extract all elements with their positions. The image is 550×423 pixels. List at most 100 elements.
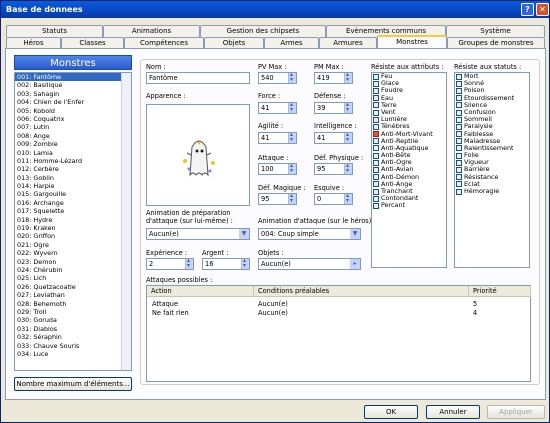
- list-item[interactable]: 009: Zombie: [15, 140, 131, 148]
- checkbox-icon[interactable]: [456, 102, 462, 109]
- intelligence-field[interactable]: 41: [314, 132, 353, 144]
- defphys-spinner[interactable]: [344, 164, 352, 174]
- list-item[interactable]: 001: Fantôme: [15, 73, 131, 82]
- chevron-down-icon[interactable]: ▼: [350, 229, 360, 239]
- checkbox-icon[interactable]: [373, 87, 379, 94]
- list-item[interactable]: 031: Diablos: [15, 325, 131, 333]
- list-item[interactable]: 024: Chérubin: [15, 266, 131, 274]
- checkbox-icon[interactable]: [456, 80, 462, 87]
- list-item[interactable]: 017: Squelette: [15, 207, 131, 215]
- tab-systeme[interactable]: Système: [446, 25, 545, 37]
- name-field[interactable]: Fantôme: [146, 72, 250, 84]
- list-item[interactable]: 028: Behemoth: [15, 300, 131, 308]
- tab-monstres[interactable]: Monstres: [377, 35, 447, 48]
- attaque-field[interactable]: 100: [258, 163, 297, 175]
- force-spinner[interactable]: [288, 103, 296, 113]
- list-item[interactable]: 034: Luce: [15, 350, 131, 358]
- list-item[interactable]: 023: Demon: [15, 258, 131, 266]
- apply-button[interactable]: Appliquer: [487, 405, 545, 419]
- pmmax-field[interactable]: 419: [314, 72, 353, 84]
- table-cell-action[interactable]: Attaque: [152, 300, 178, 308]
- checkbox-icon[interactable]: [373, 181, 379, 188]
- checkbox-icon[interactable]: [373, 95, 379, 102]
- list-item[interactable]: 019: Kraken: [15, 224, 131, 232]
- checkbox-icon[interactable]: [456, 138, 462, 145]
- checkbox-icon[interactable]: [456, 159, 462, 166]
- help-button[interactable]: ?: [521, 3, 534, 16]
- list-item[interactable]: 010: Lamia: [15, 149, 131, 157]
- checkbox-icon[interactable]: [456, 174, 462, 181]
- list-item[interactable]: 027: Leviathan: [15, 291, 131, 299]
- list-item[interactable]: 003: Sahagin: [15, 90, 131, 98]
- checkbox-icon[interactable]: [373, 102, 379, 109]
- esquive-spinner[interactable]: [344, 194, 352, 204]
- list-item[interactable]: 002: Basilique: [15, 81, 131, 89]
- attaque-spinner[interactable]: [288, 164, 296, 174]
- list-item[interactable]: 030: Goruda: [15, 316, 131, 324]
- checkbox-icon[interactable]: [373, 123, 379, 130]
- checkbox-icon[interactable]: [373, 131, 379, 138]
- defense-field[interactable]: 39: [314, 102, 353, 114]
- list-item[interactable]: 008: Ange: [15, 132, 131, 140]
- list-item[interactable]: 007: Lutin: [15, 123, 131, 131]
- ok-button[interactable]: OK: [364, 405, 418, 419]
- list-item[interactable]: 014: Harpie: [15, 182, 131, 190]
- checkbox-icon[interactable]: [456, 123, 462, 130]
- checkbox-icon[interactable]: [456, 181, 462, 188]
- list-item[interactable]: 026: Quetzacoatle: [15, 283, 131, 291]
- checkbox-icon[interactable]: [373, 188, 379, 195]
- pvmax-spinner[interactable]: [288, 73, 296, 83]
- col-header-action[interactable]: Action: [147, 286, 254, 297]
- argent-field[interactable]: 16: [202, 258, 250, 270]
- list-item[interactable]: 006: Coquatrix: [15, 115, 131, 123]
- appearance-preview[interactable]: [146, 104, 250, 206]
- defense-spinner[interactable]: [344, 103, 352, 113]
- list-item[interactable]: 025: Lich: [15, 274, 131, 282]
- list-item[interactable]: 029: Troll: [15, 308, 131, 316]
- exp-field[interactable]: 2: [146, 258, 194, 270]
- monster-list[interactable]: 001: Fantôme 002: Basilique 003: Sahagin 00…: [14, 72, 132, 371]
- checkbox-icon[interactable]: [456, 152, 462, 159]
- statuses-checklist[interactable]: Mort Sonné Poison Etourdissement Silence Conf…: [454, 72, 530, 268]
- list-item[interactable]: 018: Hydre: [15, 216, 131, 224]
- table-cell-action[interactable]: Ne fait rien: [152, 309, 189, 317]
- anim-prep-dropdown[interactable]: Aucun(e) ▼: [146, 228, 250, 240]
- checkbox-icon[interactable]: [373, 145, 379, 152]
- pmmax-spinner[interactable]: [344, 73, 352, 83]
- intelligence-spinner[interactable]: [344, 133, 352, 143]
- table-cell-priorite[interactable]: 5: [473, 300, 477, 308]
- checkbox-icon[interactable]: [373, 109, 379, 116]
- table-cell-priorite[interactable]: 4: [473, 309, 477, 317]
- checkbox-icon[interactable]: [456, 131, 462, 138]
- max-elements-button[interactable]: Nombre maximum d'éléments...: [14, 377, 132, 391]
- col-header-priorite[interactable]: Priorité: [469, 286, 531, 297]
- list-item[interactable]: 015: Gargouille: [15, 190, 131, 198]
- checklist-item[interactable]: Hémoragie: [455, 187, 529, 195]
- list-item[interactable]: 020: Griffon: [15, 232, 131, 240]
- list-item[interactable]: 004: Chien de l'Enfer: [15, 98, 131, 106]
- tab-statuts[interactable]: Statuts: [6, 25, 103, 37]
- actions-table[interactable]: Action Conditions préalables Priorité At…: [146, 285, 531, 382]
- checkbox-icon[interactable]: [373, 159, 379, 166]
- checkbox-icon[interactable]: [373, 195, 379, 202]
- list-item[interactable]: 021: Ogre: [15, 241, 131, 249]
- table-cell-conditions[interactable]: Aucun(e): [258, 300, 288, 308]
- attributes-checklist[interactable]: Feu Glace Foudre Eau Terre Vent Lumière Ténèbre…: [371, 72, 447, 268]
- checkbox-icon[interactable]: [456, 116, 462, 123]
- agilite-spinner[interactable]: [288, 133, 296, 143]
- checkbox-icon[interactable]: [456, 167, 462, 174]
- chevron-down-icon[interactable]: ▼: [239, 229, 249, 239]
- close-button[interactable]: ✕: [536, 3, 549, 16]
- pvmax-field[interactable]: 540: [258, 72, 297, 84]
- defmag-field[interactable]: 95: [258, 193, 297, 205]
- col-header-conditions[interactable]: Conditions préalables: [254, 286, 469, 297]
- checkbox-icon[interactable]: [373, 73, 379, 80]
- list-scrollbar[interactable]: [121, 73, 131, 370]
- anim-att-dropdown[interactable]: 004: Coup simple ▼: [258, 228, 361, 240]
- checkbox-icon[interactable]: [456, 87, 462, 94]
- list-item[interactable]: 005: Kobold: [15, 107, 131, 115]
- checkbox-icon[interactable]: [456, 188, 462, 195]
- tab-animations[interactable]: Animations: [103, 25, 200, 37]
- argent-spinner[interactable]: [241, 259, 249, 269]
- checkbox-icon[interactable]: [373, 80, 379, 87]
